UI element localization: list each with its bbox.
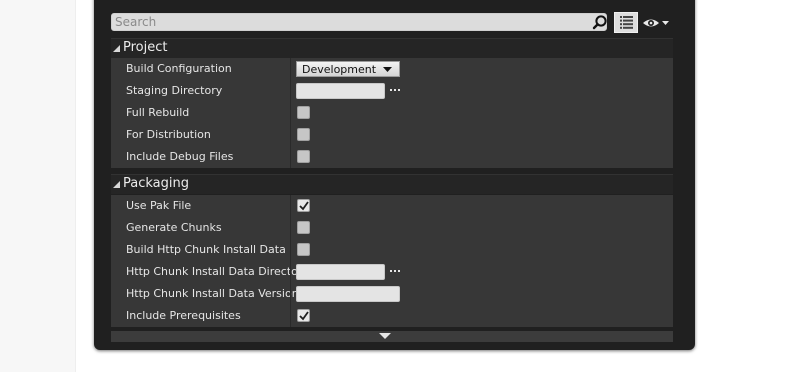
eye-icon [643,19,659,27]
column-divider [290,146,291,168]
property-row-generate-chunks: Generate Chunks [111,217,673,239]
http-chunk-install-data-directory-field[interactable] [296,264,385,280]
generate-chunks-checkbox[interactable] [297,221,310,234]
property-label: Generate Chunks [126,221,222,234]
property-row-http-chunk-install-data-directory: Http Chunk Install Data Directory [111,261,673,283]
property-row-staging-directory: Staging Directory [111,80,673,102]
property-row-full-rebuild: Full Rebuild [111,102,673,124]
dropdown-arrow-icon [662,21,669,25]
property-label: Include Debug Files [126,150,234,163]
visibility-options-button[interactable] [642,14,672,32]
dropdown-value: Development [302,63,377,76]
property-row-include-prerequisites: Include Prerequisites [111,305,673,327]
section-header-project[interactable]: Project [111,38,673,58]
column-divider [290,261,291,283]
property-row-for-distribution: For Distribution [111,124,673,146]
build-http-chunk-install-data-checkbox[interactable] [297,243,310,256]
include-prerequisites-checkbox[interactable] [297,309,310,322]
column-divider [290,305,291,327]
browse-ellipsis-icon[interactable] [390,266,402,274]
property-row-http-chunk-install-data-version: Http Chunk Install Data Version [111,283,673,305]
view-options-button[interactable] [614,12,638,33]
view-list-icon [620,16,633,29]
property-label: Build Configuration [126,62,232,75]
column-divider [290,102,291,124]
column-divider [290,239,291,261]
property-row-use-pak-file: Use Pak File [111,195,673,217]
property-row-build-configuration: Build Configuration Development [111,58,673,80]
triangle-down-icon [113,181,120,188]
property-row-build-http-chunk-install-data: Build Http Chunk Install Data [111,239,673,261]
page-side-strip [0,0,76,372]
chevron-down-icon [383,67,392,72]
project-rows: Build Configuration Development Staging … [111,58,673,168]
property-label: Http Chunk Install Data Version [126,287,299,300]
column-divider [290,58,291,80]
section-title: Packaging [123,176,189,191]
http-chunk-install-data-version-field[interactable] [296,286,400,302]
chevron-down-icon [379,333,391,339]
search-icon[interactable] [592,14,608,30]
search-bar [111,12,672,33]
property-label: Http Chunk Install Data Directory [126,265,309,278]
checkmark-icon [299,201,309,211]
browse-ellipsis-icon[interactable] [390,85,402,93]
include-debug-files-checkbox[interactable] [297,150,310,163]
search-input[interactable] [111,13,607,31]
section-title: Project [123,40,168,55]
property-row-include-debug-files: Include Debug Files [111,146,673,168]
column-divider [290,217,291,239]
triangle-down-icon [113,45,120,52]
column-divider [290,283,291,305]
packaging-rows: Use Pak File Generate Chunks Build Http … [111,195,673,327]
property-label: Include Prerequisites [126,309,241,322]
property-label: Build Http Chunk Install Data [126,243,286,256]
column-divider [290,80,291,102]
use-pak-file-checkbox[interactable] [297,199,310,212]
build-configuration-dropdown[interactable]: Development [296,61,400,77]
property-label: Use Pak File [126,199,192,212]
property-label: Staging Directory [126,84,223,97]
full-rebuild-checkbox[interactable] [297,106,310,119]
property-label: For Distribution [126,128,211,141]
column-divider [290,124,291,146]
section-header-packaging[interactable]: Packaging [111,174,673,194]
property-label: Full Rebuild [126,106,190,119]
for-distribution-checkbox[interactable] [297,128,310,141]
details-panel: Project Build Configuration Development … [94,0,695,350]
scroll-more-strip[interactable] [111,331,673,342]
column-divider [290,195,291,217]
checkmark-icon [299,311,309,321]
staging-directory-field[interactable] [296,83,385,99]
